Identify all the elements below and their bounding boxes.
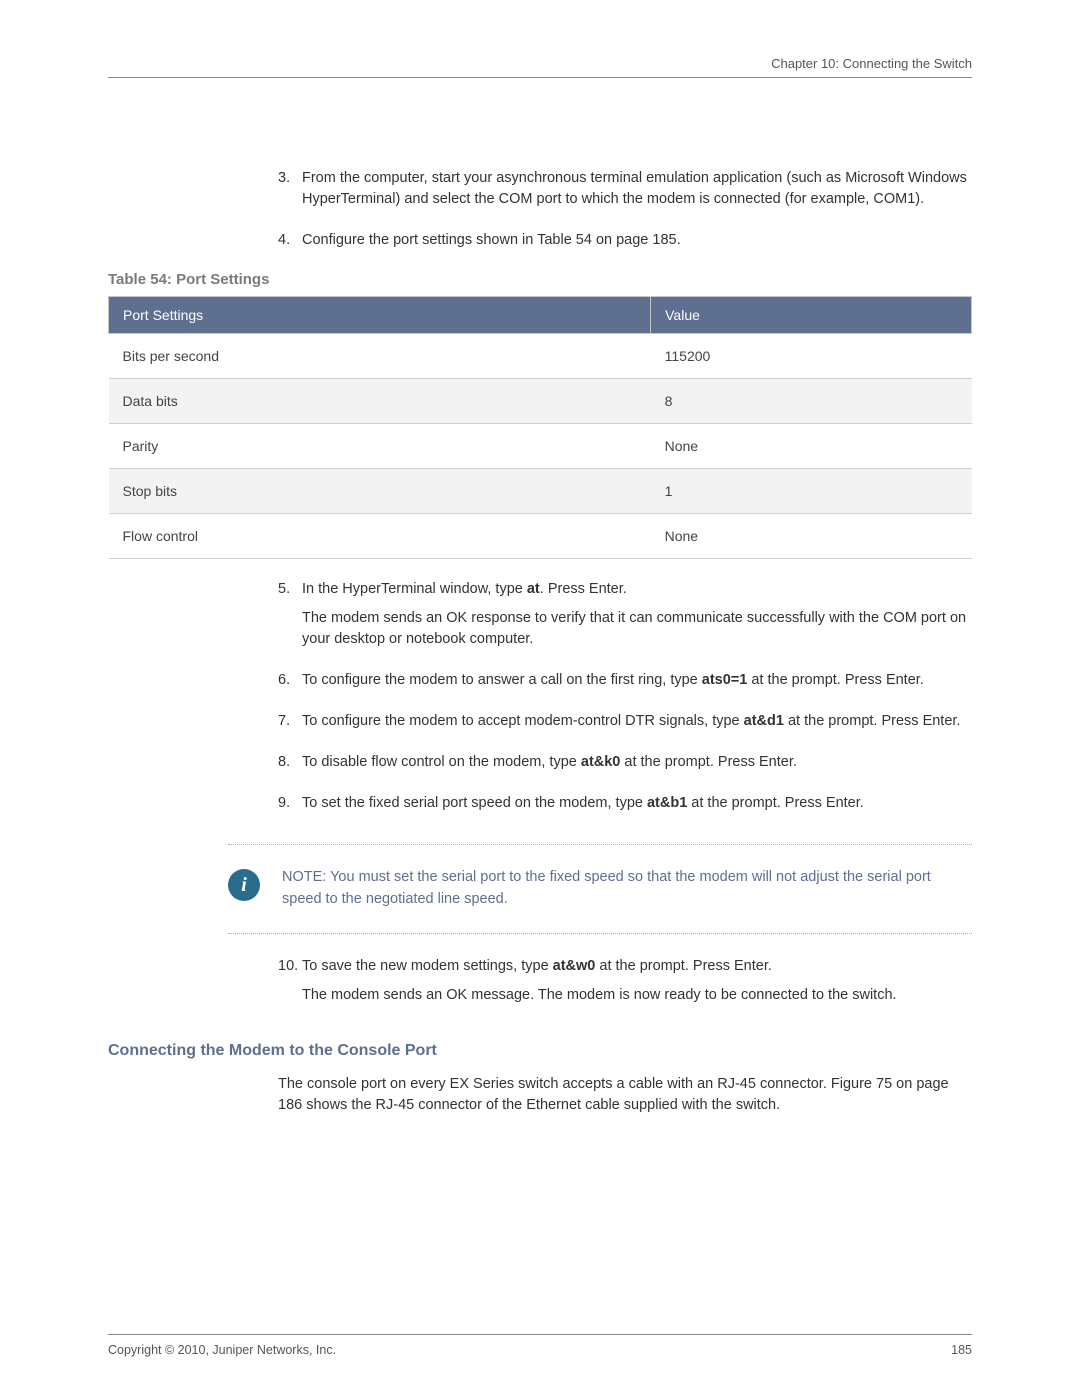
table-caption: Table 54: Port Settings — [108, 271, 972, 288]
list-item: 10.To save the new modem settings, type … — [278, 956, 972, 1014]
page-content: 3.From the computer, start your asynchro… — [108, 168, 972, 1334]
list-number: 9. — [278, 793, 302, 822]
note-block: i NOTE: You must set the serial port to … — [228, 844, 972, 934]
table-header-value: Value — [651, 297, 972, 334]
table-cell-value: 8 — [651, 379, 972, 424]
list-number: 4. — [278, 230, 302, 259]
page-header: Chapter 10: Connecting the Switch — [108, 56, 972, 78]
table-row: Flow controlNone — [109, 514, 972, 559]
list-body: From the computer, start your asynchrono… — [302, 168, 972, 218]
table-cell-value: None — [651, 514, 972, 559]
list-text: In the HyperTerminal window, type at. Pr… — [302, 579, 972, 600]
table-row: Stop bits1 — [109, 469, 972, 514]
list-body: To configure the modem to accept modem-c… — [302, 711, 972, 740]
list-item: 3.From the computer, start your asynchro… — [278, 168, 972, 218]
note-text: NOTE: You must set the serial port to th… — [282, 867, 972, 911]
list-number: 10. — [278, 956, 302, 1014]
list-body: To configure the modem to answer a call … — [302, 670, 972, 699]
list-item: 8.To disable flow control on the modem, … — [278, 752, 972, 781]
table-row: Bits per second115200 — [109, 334, 972, 379]
list-text: To save the new modem settings, type at&… — [302, 956, 972, 977]
steps-after-note: 10.To save the new modem settings, type … — [278, 956, 972, 1014]
list-body: To set the fixed serial port speed on th… — [302, 793, 972, 822]
info-icon: i — [228, 869, 260, 901]
table-cell-value: 1 — [651, 469, 972, 514]
list-item: 9.To set the fixed serial port speed on … — [278, 793, 972, 822]
list-item: 6.To configure the modem to answer a cal… — [278, 670, 972, 699]
footer-page-number: 185 — [951, 1343, 972, 1357]
list-body: Configure the port settings shown in Tab… — [302, 230, 972, 259]
list-number: 8. — [278, 752, 302, 781]
table-cell-value: 115200 — [651, 334, 972, 379]
page-footer: Copyright © 2010, Juniper Networks, Inc.… — [108, 1334, 972, 1357]
list-number: 5. — [278, 579, 302, 658]
list-text: The modem sends an OK response to verify… — [302, 608, 972, 650]
list-text: To configure the modem to accept modem-c… — [302, 711, 972, 732]
table-cell-setting: Bits per second — [109, 334, 651, 379]
list-body: In the HyperTerminal window, type at. Pr… — [302, 579, 972, 658]
list-item: 7.To configure the modem to accept modem… — [278, 711, 972, 740]
table-cell-setting: Parity — [109, 424, 651, 469]
steps-after-table: 5.In the HyperTerminal window, type at. … — [278, 579, 972, 822]
section-heading: Connecting the Modem to the Console Port — [108, 1042, 972, 1060]
list-text: Configure the port settings shown in Tab… — [302, 230, 972, 251]
table-header-setting: Port Settings — [109, 297, 651, 334]
list-body: To disable flow control on the modem, ty… — [302, 752, 972, 781]
footer-copyright: Copyright © 2010, Juniper Networks, Inc. — [108, 1343, 336, 1357]
table-cell-setting: Flow control — [109, 514, 651, 559]
list-text: To set the fixed serial port speed on th… — [302, 793, 972, 814]
section-paragraph: The console port on every EX Series swit… — [278, 1074, 972, 1116]
list-item: 4.Configure the port settings shown in T… — [278, 230, 972, 259]
list-item: 5.In the HyperTerminal window, type at. … — [278, 579, 972, 658]
list-number: 6. — [278, 670, 302, 699]
steps-before-table: 3.From the computer, start your asynchro… — [278, 168, 972, 259]
list-text: To configure the modem to answer a call … — [302, 670, 972, 691]
list-number: 7. — [278, 711, 302, 740]
table-cell-setting: Data bits — [109, 379, 651, 424]
list-number: 3. — [278, 168, 302, 218]
list-text: To disable flow control on the modem, ty… — [302, 752, 972, 773]
port-settings-table: Port Settings Value Bits per second11520… — [108, 296, 972, 559]
table-cell-setting: Stop bits — [109, 469, 651, 514]
list-body: To save the new modem settings, type at&… — [302, 956, 972, 1014]
list-text: From the computer, start your asynchrono… — [302, 168, 972, 210]
table-row: ParityNone — [109, 424, 972, 469]
table-row: Data bits8 — [109, 379, 972, 424]
list-text: The modem sends an OK message. The modem… — [302, 985, 972, 1006]
table-cell-value: None — [651, 424, 972, 469]
